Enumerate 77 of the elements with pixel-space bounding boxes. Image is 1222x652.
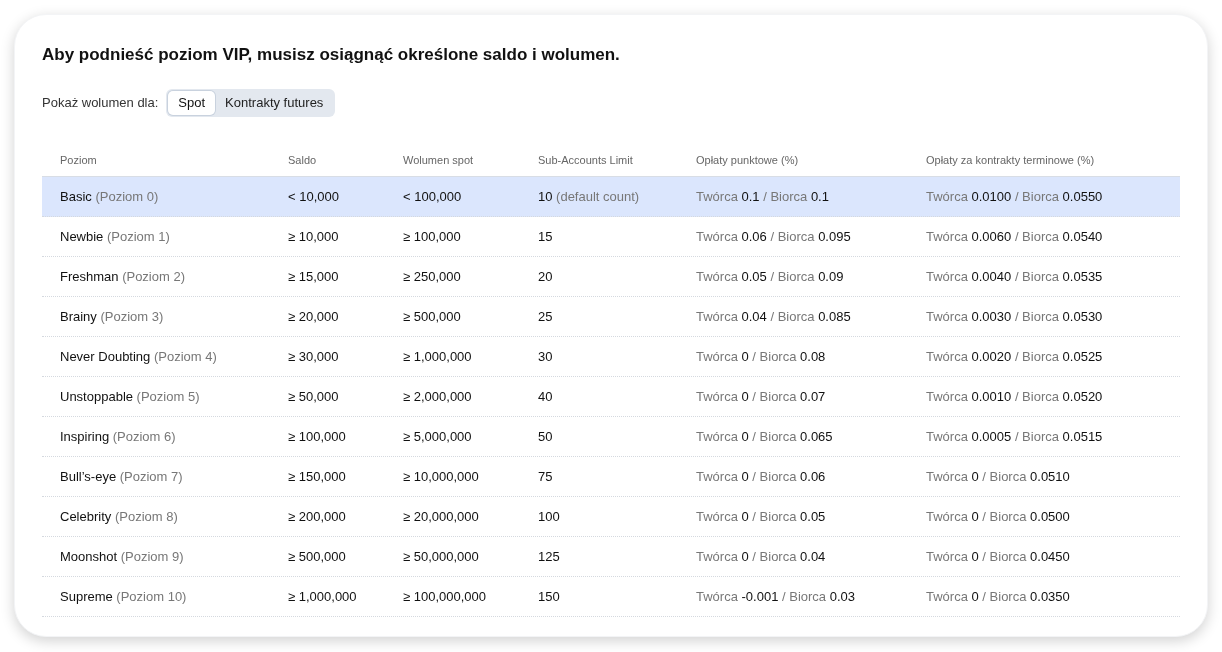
table-cell-text: ≥ 100,000 <box>288 427 347 446</box>
table-cell-text: 75 <box>538 467 554 486</box>
table-cell-text: Twórca -0.001 / Biorca 0.03 <box>696 587 856 606</box>
table-cell-text: ≥ 100,000,000 <box>403 587 488 606</box>
volume-tab[interactable]: Spot <box>168 91 216 115</box>
table-cell-text: Brainy (Poziom 3) <box>60 307 165 326</box>
table-cell-text: Twórca 0 / Biorca 0.0510 <box>926 467 1071 486</box>
table-cell-text: Celebrity (Poziom 8) <box>60 507 179 526</box>
table-cell-text: ≥ 50,000,000 <box>403 547 480 566</box>
table-cell-text: Twórca 0.04 / Biorca 0.085 <box>696 307 852 326</box>
column-header: Sub-Accounts Limit <box>538 153 634 169</box>
table-cell-text: Twórca 0.06 / Biorca 0.095 <box>696 227 852 246</box>
table-cell-text: ≥ 30,000 <box>288 347 340 366</box>
table-cell-text: Twórca 0.0060 / Biorca 0.0540 <box>926 227 1104 246</box>
table-cell-text: Twórca 0 / Biorca 0.05 <box>696 507 827 526</box>
table-cell-text: Newbie (Poziom 1) <box>60 227 171 246</box>
table-cell-text: Freshman (Poziom 2) <box>60 267 186 286</box>
column-header: Opłaty za kontrakty terminowe (%) <box>926 153 1096 169</box>
table-cell-text: Unstoppable (Poziom 5) <box>60 387 201 406</box>
table-cell-text: Twórca 0 / Biorca 0.04 <box>696 547 827 566</box>
table-cell-text: ≥ 1,000,000 <box>288 587 358 606</box>
table-cell-text: ≥ 250,000 <box>403 267 462 286</box>
column-header: Saldo <box>288 153 318 169</box>
page-heading: Aby podnieść poziom VIP, musisz osiągnąć określone saldo i wolumen. <box>42 44 621 66</box>
table-cell-text: ≥ 500,000 <box>403 307 462 326</box>
table-cell-text: ≥ 5,000,000 <box>403 427 473 446</box>
table-cell-text: Twórca 0 / Biorca 0.0350 <box>926 587 1071 606</box>
table-cell-text: Twórca 0 / Biorca 0.08 <box>696 347 827 366</box>
table-cell-text: Bull’s-eye (Poziom 7) <box>60 467 184 486</box>
table-cell-text: ≥ 500,000 <box>288 547 347 566</box>
table-cell-text: < 100,000 <box>403 187 463 206</box>
table-cell-text: ≥ 20,000,000 <box>403 507 480 526</box>
table-cell-text: 50 <box>538 427 554 446</box>
table-cell-text: Twórca 0.0005 / Biorca 0.0515 <box>926 427 1104 446</box>
table-cell-text: 150 <box>538 587 561 606</box>
table-cell-text: 20 <box>538 267 554 286</box>
table-cell-text: ≥ 20,000 <box>288 307 340 326</box>
table-cell-text: Twórca 0.0020 / Biorca 0.0525 <box>926 347 1104 366</box>
table-cell-text: Twórca 0.1 / Biorca 0.1 <box>696 187 830 206</box>
table-cell-text: Twórca 0 / Biorca 0.06 <box>696 467 827 486</box>
table-cell-text: Moonshot (Poziom 9) <box>60 547 185 566</box>
table-cell-text: Twórca 0.0040 / Biorca 0.0535 <box>926 267 1104 286</box>
table-cell-text: ≥ 15,000 <box>288 267 340 286</box>
column-header: Poziom <box>60 153 98 169</box>
table-cell-text: ≥ 1,000,000 <box>403 347 473 366</box>
table-cell-text: Basic (Poziom 0) <box>60 187 160 206</box>
table-cell-text: ≥ 100,000 <box>403 227 462 246</box>
table-cell-text: Twórca 0 / Biorca 0.07 <box>696 387 827 406</box>
table-cell-text: ≥ 150,000 <box>288 467 347 486</box>
toggle-label: Pokaż wolumen dla: <box>42 94 159 113</box>
table-cell-text: ≥ 200,000 <box>288 507 347 526</box>
table-cell-text: 40 <box>538 387 554 406</box>
table-cell-text: Twórca 0 / Biorca 0.0450 <box>926 547 1071 566</box>
table-cell-text: Twórca 0.0100 / Biorca 0.0550 <box>926 187 1104 206</box>
table-cell-text: < 10,000 <box>288 187 340 206</box>
table-cell-text: Supreme (Poziom 10) <box>60 587 188 606</box>
table-cell-text: ≥ 10,000,000 <box>403 467 480 486</box>
table-cell-text: 10 (default count) <box>538 187 641 206</box>
table-cell-text: ≥ 10,000 <box>288 227 340 246</box>
table-cell-text: ≥ 50,000 <box>288 387 340 406</box>
table-cell-text: 25 <box>538 307 554 326</box>
table-cell-text: ≥ 2,000,000 <box>403 387 473 406</box>
table-cell-text: Twórca 0 / Biorca 0.065 <box>696 427 834 446</box>
table-cell-text: Never Doubting (Poziom 4) <box>60 347 218 366</box>
table-cell-text: 30 <box>538 347 554 366</box>
column-header: Opłaty punktowe (%) <box>696 153 800 169</box>
table-cell-text: 100 <box>538 507 561 526</box>
table-cell-text: Twórca 0.05 / Biorca 0.09 <box>696 267 845 286</box>
table-cell-text: Twórca 0.0010 / Biorca 0.0520 <box>926 387 1104 406</box>
table-cell-text: Twórca 0 / Biorca 0.0500 <box>926 507 1071 526</box>
table-cell-text: Inspiring (Poziom 6) <box>60 427 177 446</box>
table-cell-text: 15 <box>538 227 554 246</box>
table-cell-text: Twórca 0.0030 / Biorca 0.0530 <box>926 307 1104 326</box>
column-header: Wolumen spot <box>403 153 475 169</box>
table-cell-text: 125 <box>538 547 561 566</box>
volume-tab[interactable]: Kontrakty futures <box>215 91 334 115</box>
table-row[interactable]: Basic (Poziom 0) < 10,000 < 100,000 10 (default count) Twórca 0.1 / Biorca 0.1 Twórca 0.0100 / Biorca 0.0550 <box>42 177 1180 217</box>
